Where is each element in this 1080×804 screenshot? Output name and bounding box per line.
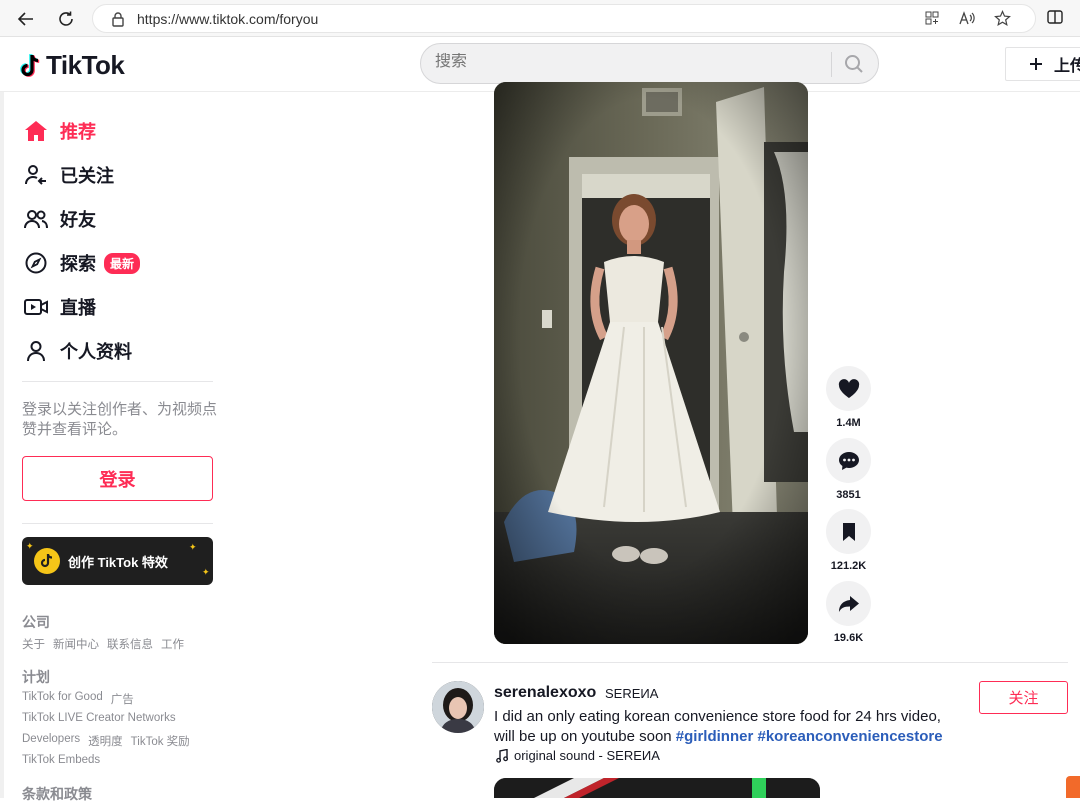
login-hint: 登录以关注创作者、为视频点赞并查看评论。 [22, 401, 218, 438]
footer-link[interactable]: 联系信息 [107, 636, 153, 652]
bookmark-count: 121.2K [830, 560, 867, 572]
video-frame [494, 82, 808, 644]
share-action[interactable]: 19.6K [826, 581, 871, 644]
effects-coin-icon [34, 548, 60, 574]
url-text[interactable]: https://www.tiktok.com/foryou [137, 11, 318, 27]
comment-count: 3851 [836, 489, 861, 501]
like-count: 1.4M [836, 417, 861, 429]
profile-icon [22, 337, 50, 365]
sparkle-icon: ✦ [202, 567, 210, 577]
music-note-icon [496, 748, 508, 763]
footer-program-links: Developers 透明度 TikTok 奖励 [22, 733, 190, 749]
sidebar-item-profile[interactable]: 个人资料 [22, 336, 132, 366]
tiktok-note-icon [20, 53, 40, 77]
post-sound[interactable]: original sound - SEREИA [496, 748, 660, 763]
footer-link[interactable]: 工作 [161, 636, 184, 652]
post-nickname[interactable]: SEREИA [605, 686, 658, 701]
upload-label: 上传 [1054, 58, 1080, 75]
effects-label: 创作 TikTok 特效 [68, 554, 168, 570]
plus-icon [1030, 58, 1042, 70]
sidebar-item-following[interactable]: 已关注 [22, 160, 114, 190]
address-bar[interactable]: https://www.tiktok.com/foryou [92, 4, 1036, 33]
footer-program-title: 计划 [22, 669, 50, 685]
post-caption: I did an only eating korean convenience … [494, 707, 964, 747]
sidebar-item-label: 好友 [60, 210, 96, 230]
heart-icon[interactable] [826, 366, 871, 411]
sidebar-divider [22, 523, 213, 524]
read-aloud-icon[interactable] [958, 10, 976, 32]
footer-link[interactable]: 关于 [22, 636, 45, 652]
search-bar[interactable] [420, 43, 879, 84]
sidebar-item-label: 个人资料 [60, 342, 132, 362]
video-player[interactable] [494, 82, 808, 644]
next-video-preview[interactable] [494, 778, 820, 798]
following-icon [22, 161, 50, 189]
hashtag-link[interactable]: #girldinner [676, 728, 754, 745]
bookmark-action[interactable]: 121.2K [826, 509, 871, 572]
share-count: 19.6K [833, 632, 864, 644]
comment-action[interactable]: 3851 [826, 438, 871, 501]
sidebar-item-friends[interactable]: 好友 [22, 204, 96, 234]
sidebar: 推荐 已关注 好友 探索 最新 直播 个人资料 登录以关注创作者、为视频点赞并查… [0, 92, 218, 802]
sidebar-item-label: 探索 [60, 254, 96, 274]
like-action[interactable]: 1.4M [826, 366, 871, 429]
sidebar-item-for-you[interactable]: 推荐 [22, 116, 96, 146]
footer-program-links: TikTok for Good 广告 [22, 691, 134, 707]
explore-icon [22, 249, 50, 277]
upload-button[interactable]: 上传 [1005, 47, 1080, 81]
login-button[interactable]: 登录 [22, 456, 213, 501]
home-icon [22, 117, 50, 145]
sidebar-item-label: 已关注 [60, 166, 114, 186]
search-input[interactable] [435, 53, 815, 71]
footer-terms-title: 条款和政策 [22, 786, 92, 802]
search-divider [831, 52, 832, 77]
post-username[interactable]: serenalexoxo [494, 684, 596, 702]
tiktok-logo[interactable]: TikTok [18, 50, 125, 81]
sidebar-item-label: 推荐 [60, 122, 96, 142]
comment-icon[interactable] [826, 438, 871, 483]
post-divider [432, 662, 1068, 663]
browser-toolbar: https://www.tiktok.com/foryou [0, 0, 1080, 37]
sound-name: original sound - SEREИA [514, 748, 660, 763]
footer-link[interactable]: TikTok for Good [22, 691, 103, 707]
footer-link[interactable]: TikTok LIVE Creator Networks [22, 712, 176, 724]
friends-icon [22, 205, 50, 233]
live-icon [22, 293, 50, 321]
sparkle-icon: ✦ [26, 541, 34, 551]
lock-icon[interactable] [111, 11, 125, 32]
logo-text: TikTok [46, 50, 125, 80]
favorite-star-icon[interactable] [994, 9, 1011, 32]
footer-link[interactable]: TikTok 奖励 [131, 733, 190, 749]
sidebar-divider [22, 381, 213, 382]
bookmark-icon[interactable] [826, 509, 871, 554]
footer-link[interactable]: Developers [22, 733, 80, 749]
footer-link[interactable]: 广告 [111, 691, 134, 707]
sidebar-item-live[interactable]: 直播 [22, 292, 96, 322]
hashtag-link[interactable]: #koreanconveniencestore [757, 728, 942, 745]
avatar[interactable] [432, 681, 484, 733]
footer-program-links: TikTok Embeds [22, 754, 100, 766]
footer-company-links: 关于 新闻中心 联系信息 工作 [22, 636, 184, 652]
back-icon[interactable] [14, 7, 38, 31]
footer-link[interactable]: TikTok Embeds [22, 754, 100, 766]
refresh-icon[interactable] [54, 7, 78, 31]
sidebar-item-label: 直播 [60, 298, 96, 318]
footer-program-links: TikTok LIVE Creator Networks [22, 712, 176, 724]
get-app-icon[interactable] [1066, 776, 1080, 798]
footer-link[interactable]: 透明度 [88, 733, 123, 749]
follow-button[interactable]: 关注 [979, 681, 1068, 714]
share-icon[interactable] [826, 581, 871, 626]
sidebar-item-explore[interactable]: 探索 最新 [22, 248, 141, 278]
apps-icon[interactable] [924, 10, 940, 32]
footer-company-title: 公司 [22, 614, 50, 630]
search-icon[interactable] [843, 53, 865, 80]
sparkle-icon: ✦ [189, 542, 197, 552]
split-screen-icon[interactable] [1046, 8, 1064, 31]
footer-link[interactable]: 新闻中心 [53, 636, 99, 652]
new-badge: 最新 [104, 252, 141, 274]
create-effects-banner[interactable]: 创作 TikTok 特效 ✦ ✦ ✦ [22, 537, 213, 585]
